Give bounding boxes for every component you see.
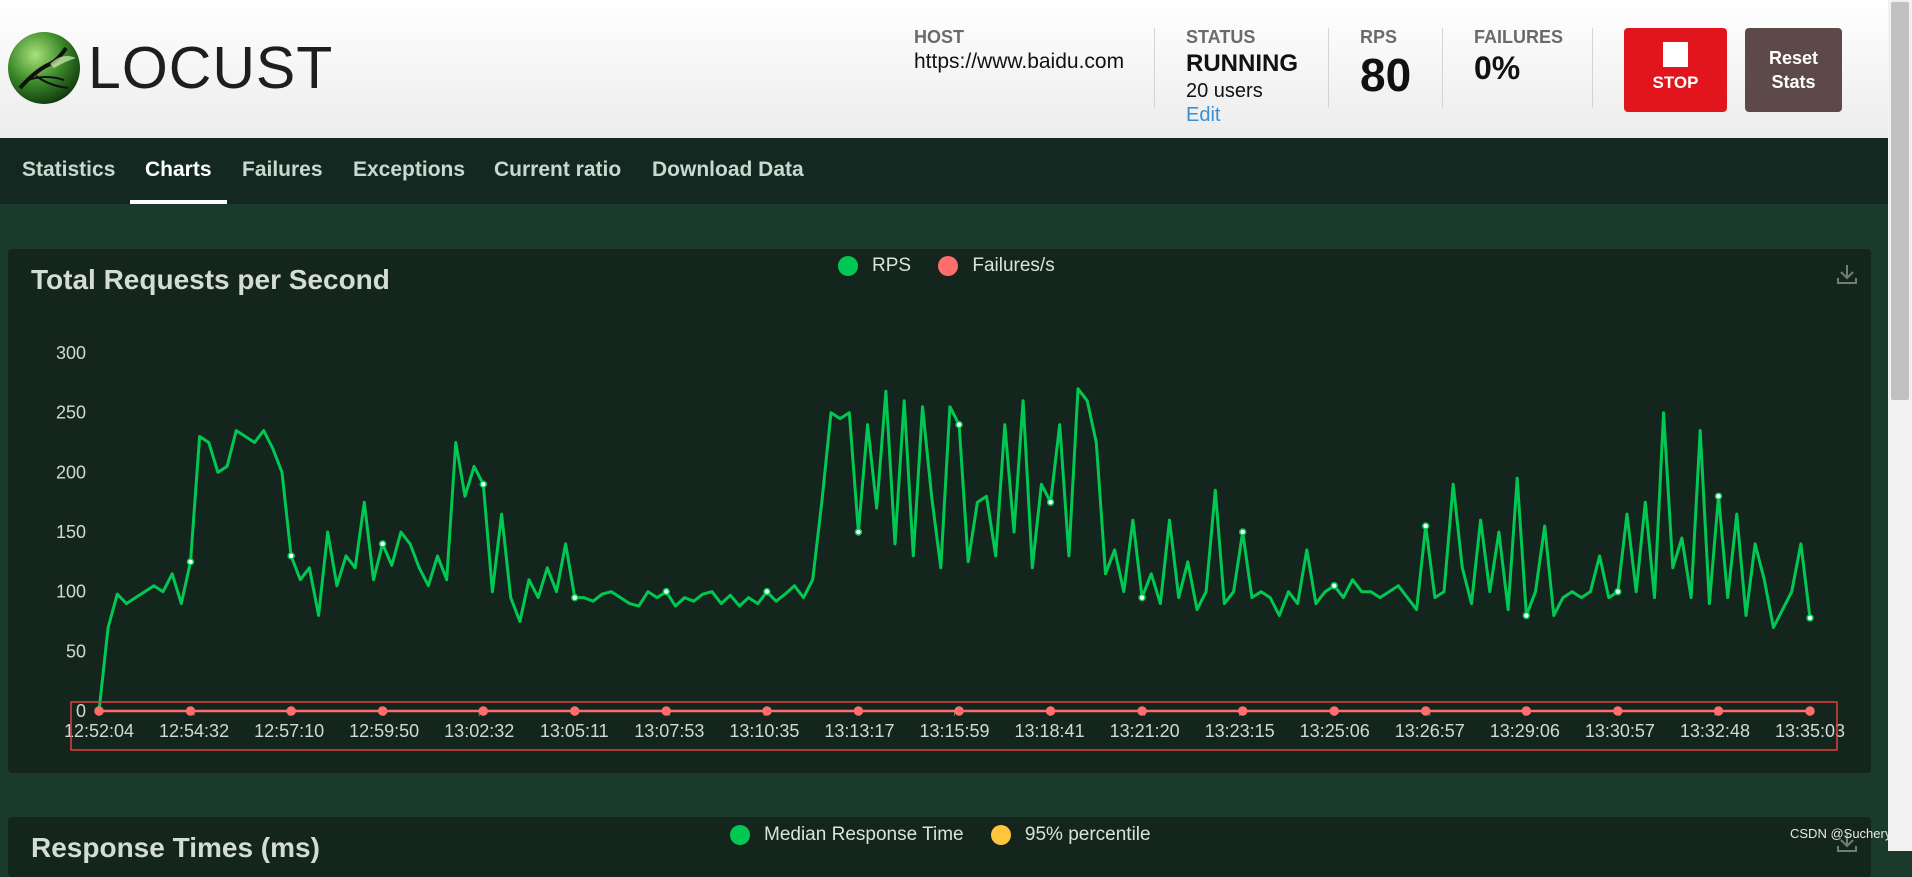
x-tick-label: 12:52:04 xyxy=(64,721,134,741)
y-tick-label: 0 xyxy=(76,701,86,721)
y-tick-label: 200 xyxy=(56,462,86,482)
x-tick-label: 12:57:10 xyxy=(254,721,324,741)
failures-point xyxy=(570,706,580,716)
rps-point xyxy=(1806,614,1814,622)
watermark: CSDN @Suchery xyxy=(1790,826,1892,841)
x-tick-label: 13:29:06 xyxy=(1490,721,1560,741)
x-tick-label: 13:26:57 xyxy=(1395,721,1465,741)
x-tick-label: 13:25:06 xyxy=(1300,721,1370,741)
legend-item-p95[interactable]: 95% percentile xyxy=(990,824,1151,846)
legend-label-p95: 95% percentile xyxy=(1024,824,1151,845)
rps-line-chart: 0 50 100 150 200 250 300 12:52:04 12:54:32 12:57:… xyxy=(56,343,1845,751)
rps-point xyxy=(1330,581,1338,590)
failures-point xyxy=(94,706,104,716)
x-tick-label: 13:10:35 xyxy=(729,721,799,741)
failures-point xyxy=(1329,706,1339,716)
rps-point xyxy=(1714,492,1723,500)
rps-point xyxy=(854,528,863,536)
x-tick-label: 12:59:50 xyxy=(349,721,419,741)
failures-point xyxy=(853,706,864,716)
y-tick-label: 50 xyxy=(66,641,86,661)
legend-dot-median xyxy=(730,824,750,845)
rps-point xyxy=(955,420,963,429)
x-tick-label: 13:07:53 xyxy=(634,721,704,741)
failures-point xyxy=(1613,706,1623,716)
x-tick-label: 13:05:11 xyxy=(540,721,609,741)
failures-point xyxy=(478,706,489,716)
failures-point xyxy=(762,706,772,716)
response-times-legend: Median Response Time 95% percentile xyxy=(730,824,1173,846)
failures-point xyxy=(1420,706,1431,716)
rps-point xyxy=(378,540,387,548)
x-tick-label: 13:02:32 xyxy=(444,721,514,741)
failures-point xyxy=(1713,706,1724,716)
rps-point xyxy=(287,552,295,560)
rps-point xyxy=(479,480,488,489)
y-tick-label: 100 xyxy=(56,582,86,602)
failures-point xyxy=(1137,706,1147,716)
rps-point xyxy=(1138,593,1146,602)
rps-series-line xyxy=(97,387,1812,712)
y-tick-label: 250 xyxy=(56,403,86,423)
failures-point xyxy=(1237,706,1248,716)
failures-point xyxy=(185,706,196,716)
failures-point xyxy=(286,706,296,716)
legend-label-median: Median Response Time xyxy=(764,824,964,845)
failures-point xyxy=(377,706,388,716)
failures-point xyxy=(1805,706,1815,716)
x-tick-label: 13:32:48 xyxy=(1680,721,1750,741)
x-tick-label: 13:18:41 xyxy=(1015,721,1085,741)
rps-point xyxy=(1522,611,1531,620)
x-tick-label: 13:30:57 xyxy=(1585,721,1655,741)
failures-point xyxy=(1521,706,1532,716)
x-tick-label: 13:15:59 xyxy=(919,721,989,741)
legend-dot-p95 xyxy=(990,824,1011,845)
failures-point xyxy=(1045,706,1056,716)
page-scrollbar[interactable] xyxy=(1888,0,1912,851)
rps-point xyxy=(1238,528,1247,536)
chart-title-response-times: Response Times (ms) xyxy=(31,832,320,863)
failures-point xyxy=(661,706,672,716)
x-tick-label: 13:35:03 xyxy=(1775,721,1845,741)
scrollbar-thumb[interactable] xyxy=(1891,2,1909,400)
rps-point xyxy=(763,587,771,596)
rps-point xyxy=(1046,498,1055,506)
x-tick-label: 12:54:32 xyxy=(159,721,229,741)
rps-point xyxy=(662,587,671,596)
rps-point xyxy=(186,558,195,566)
x-tick-label: 13:23:15 xyxy=(1205,721,1275,741)
y-tick-label: 150 xyxy=(56,522,86,542)
rps-point xyxy=(571,593,579,602)
failures-point xyxy=(954,706,964,716)
rps-point xyxy=(1614,587,1622,596)
y-tick-label: 300 xyxy=(56,343,86,363)
rps-point xyxy=(1421,522,1430,530)
x-tick-label: 13:21:20 xyxy=(1110,721,1180,741)
legend-item-median[interactable]: Median Response Time xyxy=(730,824,964,846)
x-tick-label: 13:13:17 xyxy=(824,721,894,741)
